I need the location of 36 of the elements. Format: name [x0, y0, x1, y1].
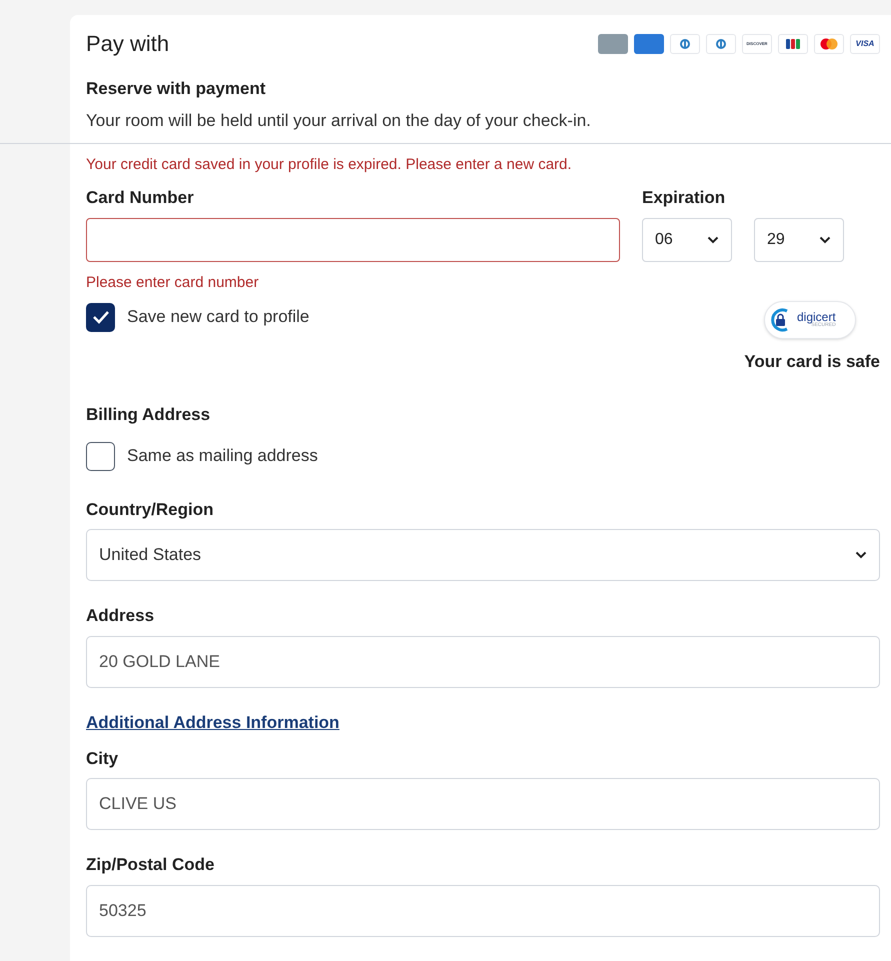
checkbox-label: Save new card to profile — [127, 306, 310, 328]
checkbox-label: Same as mailing address — [127, 445, 318, 468]
error-message: Your credit card saved in your profile is expired. Please enter a new card. — [86, 155, 573, 175]
card-logo-icon — [634, 34, 664, 54]
additional-address-link[interactable]: Additional Address Information — [86, 712, 340, 732]
checkmark-icon — [92, 310, 110, 324]
text-field[interactable]: CLIVE US — [86, 778, 880, 830]
section-subtitle: Reserve with payment — [86, 78, 267, 100]
year-select[interactable]: 29 — [754, 218, 844, 262]
text-field[interactable]: 20 GOLD LANE — [86, 636, 880, 688]
card-logo: VISA — [850, 34, 880, 54]
section-title: Pay with — [86, 30, 170, 58]
card-logo-icon — [598, 34, 628, 54]
chevron-down-icon — [707, 236, 719, 244]
checkbox[interactable] — [86, 302, 115, 332]
chevron-down-icon — [819, 236, 831, 244]
card-number-field[interactable] — [86, 218, 620, 262]
chevron-down-icon — [855, 551, 867, 559]
checkbox[interactable] — [86, 442, 115, 470]
description-text: Your room will be held until your arrival on the day of your check-in. — [86, 110, 592, 132]
text-field[interactable]: 50325 — [86, 884, 880, 936]
card-logo-icon — [670, 34, 700, 54]
country-select[interactable]: United States — [86, 529, 880, 581]
field-label: Address — [86, 605, 156, 627]
field-label: Zip/Postal Code — [86, 854, 216, 876]
safe-text: Your card is safe — [744, 350, 880, 372]
field-label: Card Number — [86, 186, 195, 208]
month-select[interactable]: 06 — [642, 218, 732, 262]
field-label: Expiration — [642, 186, 726, 208]
card-logo-icon — [814, 34, 844, 54]
error-message: Please enter card number — [86, 273, 260, 293]
card-logo-icon — [706, 34, 736, 54]
card-logo-icon — [778, 34, 808, 54]
section-subtitle: Billing Address — [86, 404, 212, 426]
field-label: City — [86, 748, 120, 770]
field-label: Country/Region — [86, 498, 214, 521]
